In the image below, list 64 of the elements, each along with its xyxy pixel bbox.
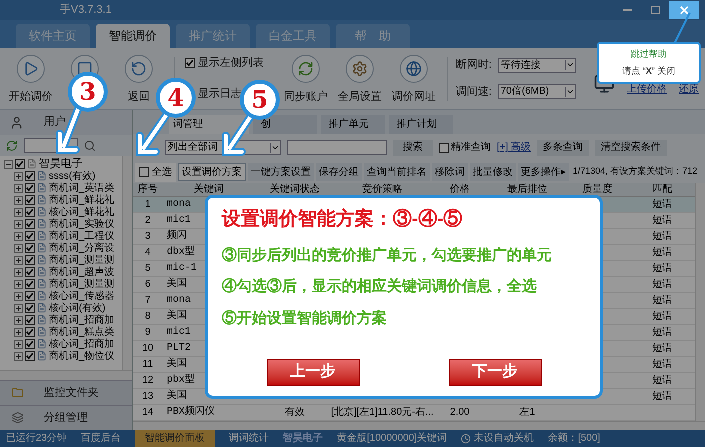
- table-cell-text: [北京][左1]11.80元-右...: [331, 406, 434, 420]
- table-cell-text: 左1: [520, 406, 536, 420]
- table-cell: 美国: [167, 277, 187, 292]
- table-cell-text: 2: [145, 214, 151, 228]
- status-text: 智昊电子: [283, 432, 324, 446]
- instruction-text: ④勾选③后，显示的相应关键词调价信息，全选: [222, 277, 538, 297]
- table-cell-text: 短语: [652, 326, 672, 340]
- status-text: 百度后台: [81, 432, 122, 446]
- table-cell-text: mic-1: [167, 262, 198, 276]
- table-cell-text: 短语: [652, 342, 672, 356]
- status-text: 调词统计: [229, 432, 270, 446]
- table-cell-text: mona: [167, 294, 192, 308]
- table-cell-text: 短语: [652, 310, 672, 324]
- table-cell: 美国: [167, 309, 187, 324]
- table-cell-text: 5: [145, 262, 151, 276]
- checkbox-label: 全选: [152, 166, 172, 180]
- table-cell-text: 短语: [652, 374, 672, 388]
- table-cell-text: 短语: [652, 214, 672, 228]
- table-cell-text: 短语: [652, 390, 672, 404]
- table-cell-text: 12: [142, 374, 154, 388]
- table-cell-text: 有效: [285, 406, 305, 420]
- table-cell-text: 2.00: [450, 406, 470, 420]
- table-cell-text: 4: [145, 246, 151, 260]
- table-cell-text: 短语: [652, 294, 672, 308]
- table-cell: dbx型: [167, 245, 196, 260]
- summary-text: 1/71304, 有设方案关键词：712: [573, 165, 698, 178]
- status-text: 黄金版[10000000]关键词: [337, 432, 448, 446]
- table-cell-text: 8: [145, 310, 151, 324]
- table-cell: PBX频闪仪: [167, 405, 216, 420]
- table-cell-text: mic1: [167, 326, 192, 340]
- table-cell-text: 7: [145, 294, 151, 308]
- table-cell-text: 短语: [652, 278, 672, 292]
- table-cell-text: 6: [145, 278, 151, 292]
- table-cell: 美国: [167, 357, 187, 372]
- table-cell-text: mic1: [167, 214, 192, 228]
- table-cell: 频闪: [167, 229, 187, 244]
- table-cell-text: 短语: [652, 198, 672, 212]
- hint-text: 跳过帮助: [631, 48, 667, 61]
- table-cell: pbx型: [167, 373, 196, 388]
- instruction-text: ⑤开始设置智能调价方案: [222, 308, 388, 328]
- table-cell-text: PLT2: [167, 342, 192, 356]
- window-title: 手V3.7.3.1: [60, 2, 112, 18]
- checkbox-label: 精准查询: [451, 140, 491, 155]
- checkbox-label: 显示左侧列表: [198, 56, 264, 71]
- table-cell-text: 11: [142, 358, 154, 372]
- status-text: 余额：[500]: [548, 432, 600, 446]
- table-cell-text: mona: [167, 198, 192, 212]
- table-cell-text: 13: [142, 390, 154, 404]
- field-label: 断网时:: [456, 58, 493, 73]
- table-cell-text: 短语: [652, 262, 672, 276]
- hint-text: 请点 “X” 关闭: [622, 64, 676, 78]
- table-cell-text: 14: [142, 406, 154, 420]
- table-cell-text: 短语: [652, 358, 672, 372]
- table-cell-text: 3: [145, 230, 151, 244]
- table-cell: 美国: [167, 389, 187, 404]
- status-text: 已运行23分钟: [6, 432, 68, 446]
- table-cell-text: 短语: [652, 246, 672, 260]
- table-cell-text: 10: [142, 342, 154, 356]
- status-text: 未设自动关机: [474, 432, 534, 446]
- table-cell-text: 1: [145, 198, 151, 212]
- sidebar-title: 用户: [44, 114, 66, 130]
- table-cell-text: 短语: [652, 230, 672, 244]
- field-label: 调间速:: [456, 84, 493, 100]
- table-cell-text: 9: [145, 326, 151, 340]
